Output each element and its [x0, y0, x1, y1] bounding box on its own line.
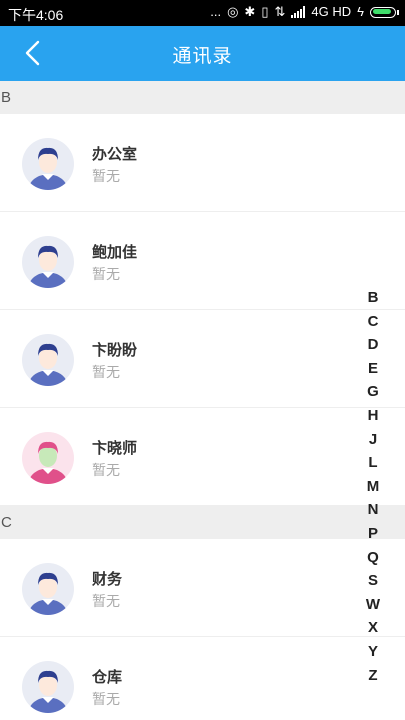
contact-name: 卞晓师	[92, 439, 138, 457]
contact-item[interactable]: 仓库 暂无	[0, 637, 405, 720]
index-letter[interactable]: W	[366, 593, 380, 617]
signal-icon	[291, 6, 306, 18]
data-transfer-icon: ⇅	[274, 4, 286, 19]
contact-subtitle: 暂无	[92, 267, 120, 283]
contact-subtitle: 暂无	[92, 594, 120, 610]
index-letter[interactable]: J	[369, 428, 377, 452]
status-time: 下午4:06	[8, 7, 64, 23]
index-letter[interactable]: G	[367, 380, 379, 404]
index-letter[interactable]: E	[368, 357, 378, 381]
more-dots-icon: ...	[210, 4, 222, 19]
section-header: C	[0, 506, 405, 539]
battery-icon	[370, 6, 396, 18]
alphabet-index[interactable]: BCDEGHJLMNPQSWXYZ	[360, 286, 386, 687]
contact-item[interactable]: 财务 暂无	[0, 539, 405, 637]
contact-name: 鲍加佳	[92, 243, 138, 261]
vibrate-icon: ▯	[261, 4, 269, 19]
hotspot-icon: ◎	[227, 4, 239, 19]
network-type: 4G HD	[311, 4, 352, 19]
index-letter[interactable]: Q	[367, 546, 379, 570]
index-letter[interactable]: B	[368, 286, 379, 310]
bluetooth-icon: ✱	[244, 4, 256, 19]
battery-tip	[397, 9, 399, 15]
index-letter[interactable]: L	[368, 451, 377, 475]
charging-icon: ϟ	[357, 4, 364, 19]
index-letter[interactable]: M	[367, 475, 380, 499]
index-letter[interactable]: Y	[368, 640, 378, 664]
contact-item[interactable]: 卞盼盼 暂无	[0, 310, 405, 408]
contact-subtitle: 暂无	[92, 463, 120, 479]
index-letter[interactable]: H	[368, 404, 379, 428]
status-bar: 下午4:06 ... ◎ ✱ ▯ ⇅ 4G HD ϟ	[0, 0, 405, 26]
index-letter[interactable]: S	[368, 569, 378, 593]
nav-bar: 通讯录	[0, 26, 405, 81]
contact-name: 卞盼盼	[92, 341, 138, 359]
section-header: B	[0, 81, 405, 114]
contact-item[interactable]: 卞晓师 暂无	[0, 408, 405, 506]
contact-item[interactable]: 鲍加佳 暂无	[0, 212, 405, 310]
avatar-icon	[22, 432, 74, 484]
contact-subtitle: 暂无	[92, 169, 120, 185]
index-letter[interactable]: P	[368, 522, 378, 546]
contact-name: 仓库	[92, 668, 123, 686]
status-icons: ... ◎ ✱ ▯ ⇅ 4G HD ϟ	[210, 4, 399, 20]
index-letter[interactable]: C	[368, 310, 379, 334]
contact-subtitle: 暂无	[92, 365, 120, 381]
contact-name: 财务	[92, 570, 123, 588]
avatar-icon	[22, 236, 74, 288]
avatar-icon	[22, 661, 74, 713]
index-letter[interactable]: X	[368, 616, 378, 640]
index-letter[interactable]: Z	[368, 664, 377, 688]
index-letter[interactable]: N	[368, 498, 379, 522]
avatar-icon	[22, 563, 74, 615]
contact-item[interactable]: 办公室 暂无	[0, 114, 405, 212]
avatar-icon	[22, 334, 74, 386]
contact-name: 办公室	[92, 145, 138, 163]
contact-list[interactable]: B 办公室 暂无 鲍加佳 暂无 卞盼盼 暂无 卞晓师 暂无 C 财务 暂无 仓库 暂无	[0, 81, 405, 720]
index-letter[interactable]: D	[368, 333, 379, 357]
page-title: 通讯录	[172, 45, 233, 67]
contact-subtitle: 暂无	[92, 692, 120, 708]
avatar-icon	[22, 138, 74, 190]
